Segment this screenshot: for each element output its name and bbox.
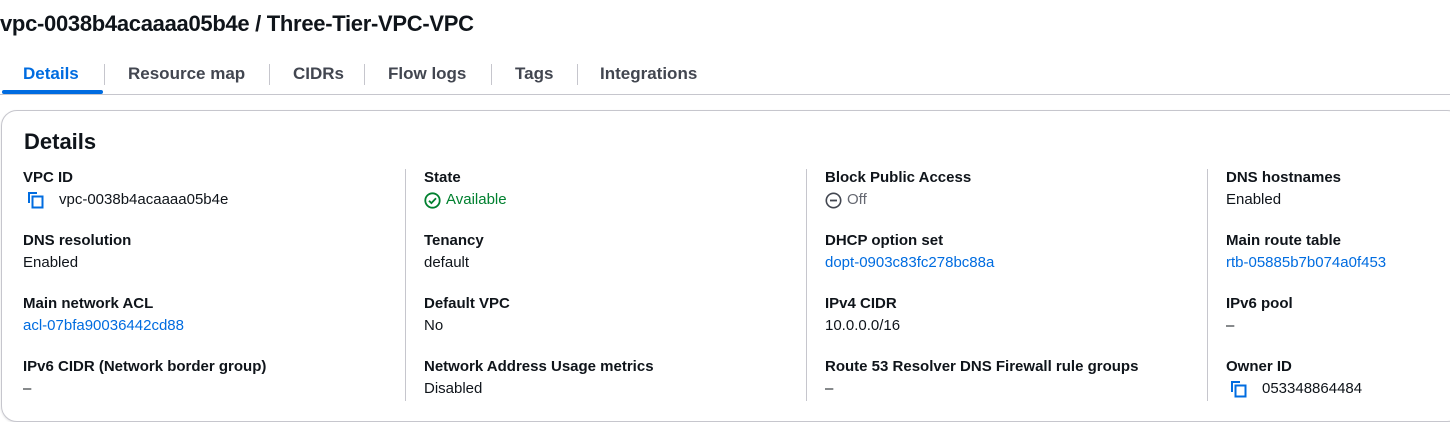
field-value: 053348864484 — [1226, 378, 1362, 400]
tab-integrations[interactable]: Integrations — [600, 55, 697, 92]
field-label: Network Address Usage metrics — [424, 358, 654, 375]
field-value: Enabled — [1226, 191, 1282, 208]
field-label: Default VPC — [424, 295, 510, 312]
tab-flow-logs[interactable]: Flow logs — [388, 55, 466, 92]
field-value: – — [23, 380, 32, 397]
field-ipv4-cidr: IPv4 CIDR 10.0.0.0/16 — [825, 293, 900, 337]
tab-separator — [364, 64, 365, 85]
field-label: Main route table — [1226, 232, 1342, 249]
field-route53-firewall-rule-groups: Route 53 Resolver DNS Firewall rule grou… — [825, 356, 1138, 400]
field-tenancy: Tenancy default — [424, 230, 484, 274]
check-circle-icon — [424, 191, 441, 209]
field-ipv6-cidr: IPv6 CIDR (Network border group) – — [23, 356, 266, 400]
field-value: Enabled — [23, 254, 79, 271]
column-divider — [806, 169, 807, 401]
tab-separator — [577, 64, 578, 85]
tab-tags[interactable]: Tags — [515, 55, 553, 92]
tab-cidrs[interactable]: CIDRs — [293, 55, 344, 92]
field-label: IPv6 CIDR (Network border group) — [23, 358, 267, 375]
active-tab-indicator — [2, 90, 103, 94]
field-label: IPv6 pool — [1226, 295, 1293, 312]
tab-bar: Details Resource map CIDRs Flow logs Tag… — [0, 55, 1450, 95]
tab-separator — [269, 64, 270, 85]
field-label: Owner ID — [1226, 358, 1292, 375]
copy-icon[interactable] — [1228, 379, 1248, 399]
field-label: Tenancy — [424, 232, 484, 249]
dhcp-option-set-link[interactable]: dopt-0903c83fc278bc88a — [825, 252, 994, 274]
field-label: DNS resolution — [23, 232, 132, 249]
field-label: Main network ACL — [23, 295, 154, 312]
column-divider — [1207, 169, 1208, 401]
field-value: 10.0.0.0/16 — [825, 317, 901, 334]
field-state: State Available — [424, 167, 507, 211]
field-ipv6-pool: IPv6 pool – — [1226, 293, 1293, 337]
field-value: – — [825, 380, 834, 397]
field-value: vpc-0038b4acaaaa05b4e — [23, 189, 228, 211]
field-dns-hostnames: DNS hostnames Enabled — [1226, 167, 1341, 211]
vpc-id-value: vpc-0038b4acaaaa05b4e — [59, 191, 229, 208]
field-value: Available — [424, 189, 507, 211]
field-label: VPC ID — [23, 169, 74, 186]
field-default-vpc: Default VPC No — [424, 293, 510, 337]
block-public-access-value: Off — [847, 191, 867, 208]
field-label: Route 53 Resolver DNS Firewall rule grou… — [825, 358, 1139, 375]
field-network-address-usage-metrics: Network Address Usage metrics Disabled — [424, 356, 654, 400]
tab-details[interactable]: Details — [23, 55, 79, 92]
field-value: Disabled — [424, 380, 483, 397]
page-title: vpc-0038b4acaaaa05b4e / Three-Tier-VPC-V… — [0, 11, 474, 36]
copy-icon[interactable] — [25, 190, 45, 210]
field-dhcp-option-set: DHCP option set dopt-0903c83fc278bc88a — [825, 230, 994, 274]
minus-circle-icon — [825, 192, 842, 209]
main-route-table-link[interactable]: rtb-05885b7b074a0f453 — [1226, 252, 1386, 274]
field-label: DNS hostnames — [1226, 169, 1342, 186]
field-label: IPv4 CIDR — [825, 295, 897, 312]
field-value: No — [424, 317, 444, 334]
tab-separator — [491, 64, 492, 85]
state-value: Available — [446, 191, 507, 208]
field-value: – — [1226, 317, 1235, 334]
tab-separator — [104, 64, 105, 85]
field-label: DHCP option set — [825, 232, 944, 249]
field-value: default — [424, 254, 470, 271]
field-label: State — [424, 169, 461, 186]
main-network-acl-link[interactable]: acl-07bfa90036442cd88 — [23, 315, 184, 337]
field-value: Off — [825, 189, 971, 211]
field-dns-resolution: DNS resolution Enabled — [23, 230, 131, 274]
field-main-route-table: Main route table rtb-05885b7b074a0f453 — [1226, 230, 1386, 274]
field-block-public-access: Block Public Access Off — [825, 167, 971, 211]
owner-id-value: 053348864484 — [1262, 380, 1363, 397]
tab-resource-map[interactable]: Resource map — [128, 55, 245, 92]
field-owner-id: Owner ID 053348864484 — [1226, 356, 1362, 400]
details-panel: Details VPC ID vpc-0038b4acaaaa05b4e DNS… — [1, 110, 1450, 422]
details-heading: Details — [24, 129, 97, 154]
column-divider — [405, 169, 406, 401]
field-vpc-id: VPC ID vpc-0038b4acaaaa05b4e — [23, 167, 228, 211]
field-label: Block Public Access — [825, 169, 972, 186]
field-main-network-acl: Main network ACL acl-07bfa90036442cd88 — [23, 293, 184, 337]
